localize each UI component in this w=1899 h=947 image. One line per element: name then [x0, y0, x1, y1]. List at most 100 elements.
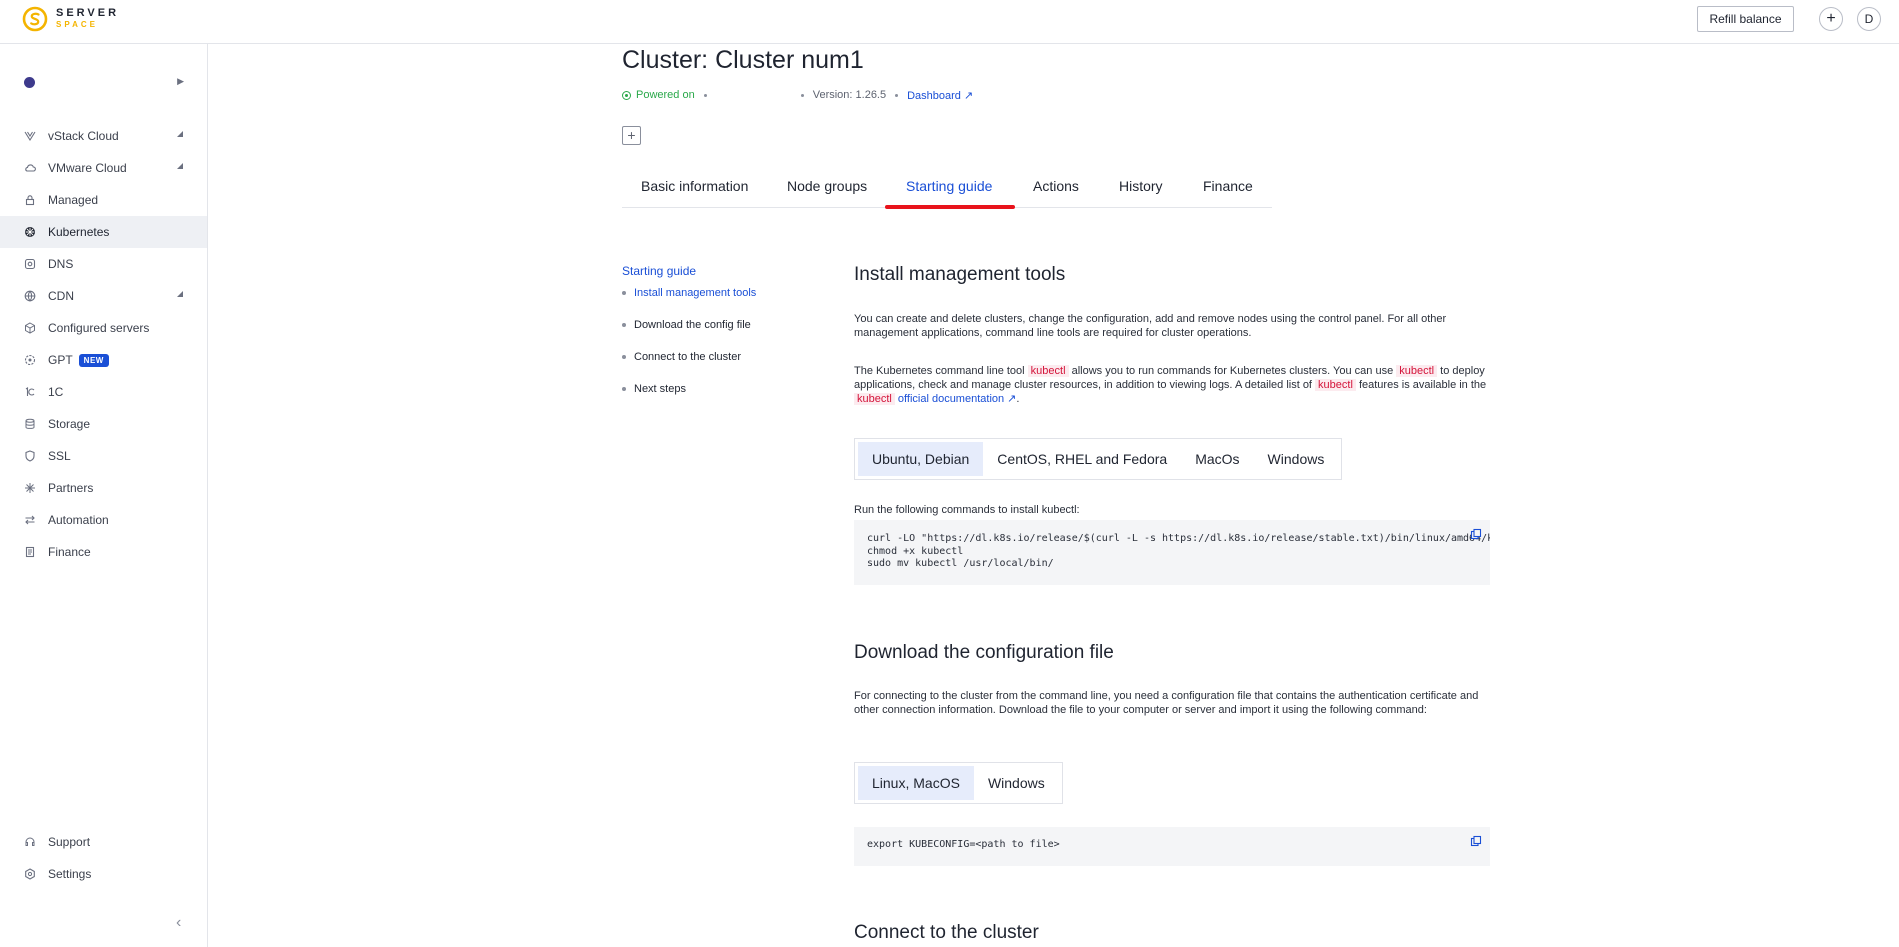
os-tab-macos[interactable]: MacOs — [1181, 442, 1253, 476]
sidebar-item-label: SSL — [48, 449, 71, 463]
document-icon — [24, 546, 36, 558]
logo-mark-icon — [22, 6, 48, 32]
os-tab-linux-macos[interactable]: Linux, MacOS — [858, 766, 974, 800]
sidebar-item-support[interactable]: Support — [0, 826, 207, 858]
sidebar-item-vstack-cloud[interactable]: vStack Cloud — [0, 120, 207, 152]
database-icon — [24, 418, 36, 430]
tab-basic-information[interactable]: Basic information — [641, 178, 748, 194]
active-tab-indicator — [885, 205, 1015, 209]
sidebar-item-ssl[interactable]: SSL — [0, 440, 207, 472]
globe-icon — [24, 290, 36, 302]
tab-starting-guide[interactable]: Starting guide — [906, 178, 992, 194]
toc-title[interactable]: Starting guide — [622, 264, 696, 278]
toc-item-install[interactable]: Install management tools — [622, 287, 756, 299]
gpt-icon — [24, 354, 36, 366]
1c-icon — [24, 386, 36, 398]
sidebar-item-1c[interactable]: 1C — [0, 376, 207, 408]
sidebar-item-configured-servers[interactable]: Configured servers — [0, 312, 207, 344]
separator-dot — [895, 93, 899, 97]
new-badge: NEW — [78, 353, 109, 367]
run-commands-label: Run the following commands to install ku… — [854, 504, 1080, 516]
expand-arrow-icon — [177, 163, 183, 169]
kubectl-code: kubectl — [1315, 379, 1356, 391]
partners-icon — [24, 482, 36, 494]
separator-dot — [800, 93, 804, 97]
sidebar-item-kubernetes[interactable]: Kubernetes — [0, 216, 207, 248]
sidebar-item-cdn[interactable]: CDN — [0, 280, 207, 312]
sidebar-item-gpt[interactable]: GPT NEW — [0, 344, 207, 376]
install-code-block[interactable]: curl -LO "https://dl.k8s.io/release/$(cu… — [854, 520, 1490, 585]
cluster-tabs: Basic information Node groups Starting g… — [622, 174, 1272, 208]
toc-item-label: Install management tools — [634, 287, 757, 299]
os-tab-windows[interactable]: Windows — [974, 766, 1059, 800]
top-bar: SERVER SPACE Refill balance + D — [0, 0, 1899, 44]
sidebar-item-label: Support — [48, 835, 91, 849]
kubernetes-icon — [24, 226, 36, 238]
dashboard-link[interactable]: Dashboard ↗ — [907, 89, 973, 102]
collapse-sidebar-icon[interactable]: ‹ — [176, 914, 181, 932]
tab-node-groups[interactable]: Node groups — [787, 178, 867, 194]
bullet-icon — [622, 387, 626, 391]
install-code: curl -LO "https://dl.k8s.io/release/$(cu… — [867, 533, 1490, 569]
os-tab-ubuntu-debian[interactable]: Ubuntu, Debian — [858, 442, 984, 476]
config-code-block[interactable]: export KUBECONFIG=<path to file> — [854, 827, 1490, 866]
serverspace-logo[interactable]: SERVER SPACE — [22, 6, 119, 32]
bullet-icon — [622, 323, 626, 327]
copy-icon[interactable] — [1470, 528, 1482, 540]
logo-line-2: SPACE — [56, 20, 98, 29]
config-code: export KUBECONFIG=<path to file> — [867, 839, 1060, 850]
sidebar-item-partners[interactable]: Partners — [0, 472, 207, 504]
sidebar-item-settings[interactable]: Settings — [0, 858, 207, 890]
separator-dot — [703, 93, 707, 97]
sidebar-item-dns[interactable]: DNS — [0, 248, 207, 280]
sidebar-item-label: DNS — [48, 257, 74, 271]
tab-history[interactable]: History — [1119, 178, 1163, 194]
refill-balance-button[interactable]: Refill balance — [1697, 6, 1794, 32]
logo-text: SERVER SPACE — [56, 8, 119, 30]
bullet-icon — [622, 291, 626, 295]
install-paragraph-1: You can create and delete clusters, chan… — [854, 313, 1447, 339]
sidebar-item-label: Configured servers — [48, 321, 150, 335]
sidebar-item-automation[interactable]: Automation — [0, 504, 207, 536]
user-avatar-button[interactable]: D — [1857, 7, 1881, 31]
add-button[interactable]: + — [1819, 7, 1843, 31]
official-documentation-link[interactable]: official documentation ↗ — [898, 393, 1016, 405]
sidebar-nav: vStack Cloud VMware Cloud Managed Kubern… — [0, 120, 207, 568]
config-os-switcher: Linux, MacOS Windows — [854, 762, 1063, 804]
account-avatar-icon — [24, 77, 35, 88]
dns-icon — [24, 258, 36, 270]
toc-item-label: Next steps — [634, 383, 686, 395]
lock-icon — [24, 194, 36, 206]
os-tab-centos-rhel-fedora[interactable]: CentOS, RHEL and Fedora — [983, 442, 1181, 476]
sidebar-item-finance[interactable]: Finance — [0, 536, 207, 568]
copy-icon[interactable] — [1470, 835, 1482, 847]
sidebar-item-label: Storage — [48, 417, 91, 431]
install-os-switcher: Ubuntu, Debian CentOS, RHEL and Fedora M… — [854, 438, 1343, 480]
os-tab-windows[interactable]: Windows — [1254, 442, 1339, 476]
automation-icon — [24, 514, 36, 526]
toc-item-connect[interactable]: Connect to the cluster — [622, 351, 741, 363]
kubectl-code: kubectl — [854, 393, 895, 405]
text-span: . — [1016, 393, 1020, 405]
sidebar-item-storage[interactable]: Storage — [0, 408, 207, 440]
cloud-icon — [24, 162, 36, 174]
download-heading: Download the configuration file — [854, 642, 1114, 663]
sidebar-item-label: Kubernetes — [48, 225, 110, 239]
sidebar-item-vmware-cloud[interactable]: VMware Cloud — [0, 152, 207, 184]
logo-line-1: SERVER — [56, 7, 120, 19]
sidebar-item-managed[interactable]: Managed — [0, 184, 207, 216]
toc-item-next-steps[interactable]: Next steps — [622, 383, 686, 395]
toc-item-label: Connect to the cluster — [634, 351, 742, 363]
version-label: Version: 1.26.5 — [812, 89, 887, 101]
account-switcher[interactable]: ▶ — [24, 74, 184, 90]
sidebar-item-label: vStack Cloud — [48, 129, 119, 143]
add-tag-button[interactable]: + — [622, 126, 641, 145]
tab-actions[interactable]: Actions — [1033, 178, 1079, 194]
install-heading: Install management tools — [854, 264, 1066, 285]
connect-heading: Connect to the cluster — [854, 922, 1039, 943]
plus-icon: + — [1826, 10, 1836, 27]
toc-item-download[interactable]: Download the config file — [622, 319, 751, 331]
download-paragraph: For connecting to the cluster from the c… — [854, 690, 1479, 716]
power-status-icon — [622, 90, 631, 100]
tab-finance[interactable]: Finance — [1203, 178, 1253, 194]
